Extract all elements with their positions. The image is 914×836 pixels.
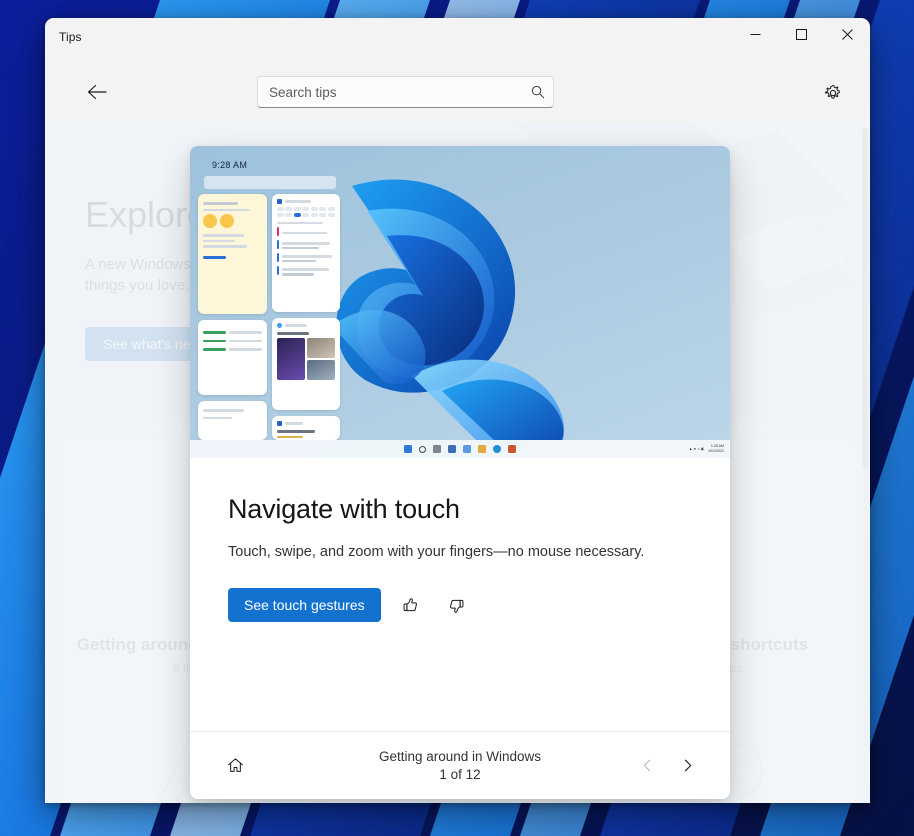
task-view-icon bbox=[433, 445, 441, 453]
thumbs-up-button[interactable] bbox=[395, 589, 427, 621]
search-input[interactable] bbox=[258, 84, 523, 100]
nav-arrow-group bbox=[632, 751, 702, 781]
chevron-right-icon bbox=[684, 759, 691, 772]
edge-icon bbox=[493, 445, 501, 453]
taskbar-search-icon bbox=[419, 445, 426, 453]
file-explorer-icon bbox=[478, 445, 486, 453]
tip-description: Touch, swipe, and zoom with your fingers… bbox=[228, 544, 645, 560]
tip-actions: See touch gestures bbox=[228, 588, 692, 622]
tips-window: Tips Search tips 9:28 AM ▲ ≋ ◑ ▣ 1:28 AM… bbox=[45, 18, 870, 803]
widget-column-right bbox=[271, 194, 340, 440]
taskbar-time: 1:28 AM bbox=[710, 444, 724, 449]
taskbar-date: 10/1/2021 bbox=[708, 449, 724, 453]
previous-tip-button[interactable] bbox=[632, 751, 662, 781]
search-box[interactable] bbox=[257, 76, 554, 108]
caption-button-group bbox=[732, 18, 870, 50]
arrow-left-icon bbox=[87, 84, 107, 100]
photos-widget bbox=[271, 318, 340, 410]
content-region: Explore A new Windows experience to help… bbox=[45, 122, 870, 803]
command-bar bbox=[45, 62, 870, 122]
chat-icon bbox=[463, 445, 471, 453]
title-bar[interactable]: Tips bbox=[45, 18, 870, 62]
thumbs-down-button[interactable] bbox=[441, 589, 473, 621]
traffic-widget bbox=[271, 416, 340, 440]
home-button[interactable] bbox=[218, 749, 252, 783]
search-icon[interactable] bbox=[523, 77, 553, 107]
settings-button[interactable] bbox=[816, 76, 850, 110]
thumbs-up-icon bbox=[403, 597, 418, 611]
start-icon bbox=[404, 445, 412, 453]
chevron-left-icon bbox=[643, 759, 650, 772]
maximize-button[interactable] bbox=[778, 18, 824, 50]
tip-detail-card: 9:28 AM ▲ ≋ ◑ ▣ 1:28 AM 10/1/2021 Naviga… bbox=[190, 146, 730, 799]
weather-widget bbox=[198, 194, 267, 314]
back-button[interactable] bbox=[79, 74, 115, 110]
widget-column-left bbox=[198, 194, 267, 440]
taskbar-tray: ▲ ≋ ◑ ▣ 1:28 AM 10/1/2021 bbox=[689, 440, 724, 458]
tip-body: Navigate with touch Touch, swipe, and zo… bbox=[190, 458, 730, 731]
widgets-icon bbox=[448, 445, 456, 453]
window-title: Tips bbox=[59, 30, 82, 44]
gear-icon bbox=[824, 84, 840, 99]
tip-illustration: 9:28 AM ▲ ≋ ◑ ▣ 1:28 AM 10/1/2021 bbox=[190, 146, 730, 458]
see-touch-gestures-button[interactable]: See touch gestures bbox=[228, 588, 381, 622]
home-icon bbox=[227, 758, 243, 772]
next-tip-button[interactable] bbox=[672, 751, 702, 781]
tray-wifi-icon: ▲ ≋ ◑ ▣ bbox=[688, 446, 704, 451]
illustration-clock: 9:28 AM bbox=[212, 160, 248, 170]
minimize-button[interactable] bbox=[732, 18, 778, 50]
store-icon bbox=[508, 445, 516, 453]
tip-title: Navigate with touch bbox=[228, 494, 460, 524]
calendar-widget bbox=[271, 194, 340, 312]
stocks-widget bbox=[198, 320, 267, 395]
tip-navigation-bar: Getting around in Windows 1 of 12 bbox=[190, 731, 730, 799]
close-button[interactable] bbox=[824, 18, 870, 50]
thumbs-down-icon bbox=[450, 599, 464, 613]
bloom-wallpaper bbox=[302, 146, 730, 440]
extra-widget bbox=[198, 401, 267, 440]
illustration-widgets-panel bbox=[198, 194, 340, 440]
illustration-taskbar: ▲ ≋ ◑ ▣ 1:28 AM 10/1/2021 bbox=[190, 440, 730, 458]
